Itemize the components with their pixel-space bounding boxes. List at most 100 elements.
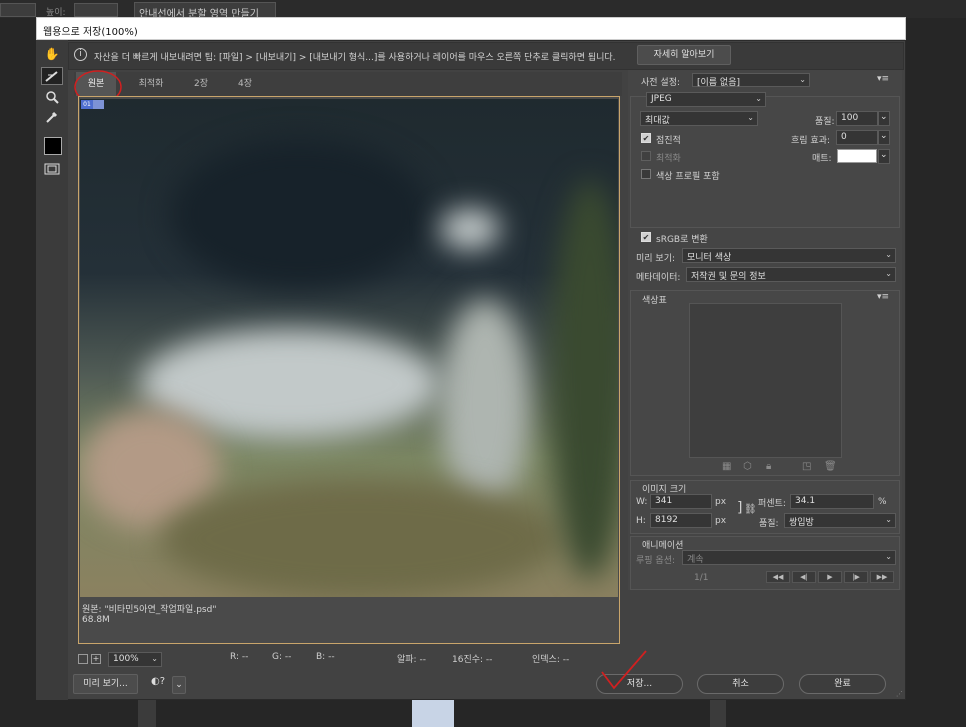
animation-title: 애니메이션 bbox=[642, 541, 684, 551]
resample-select[interactable]: 쌍입방 ⌄ bbox=[784, 513, 896, 528]
chevron-down-icon: ⌄ bbox=[747, 113, 754, 122]
first-frame-icon[interactable]: ◀◀ bbox=[766, 571, 790, 583]
chevron-down-icon: ⌄ bbox=[885, 269, 892, 278]
lock-color-icon[interactable]: 🔒︎ bbox=[766, 461, 771, 472]
height-input[interactable] bbox=[74, 3, 118, 17]
width-label: W: bbox=[636, 497, 648, 507]
slice-select-glyph bbox=[45, 71, 58, 82]
map-transparency-icon[interactable]: ▦ bbox=[722, 461, 731, 472]
slices-glyph bbox=[44, 163, 60, 175]
light-spot bbox=[440, 209, 500, 249]
format-select[interactable]: JPEG ⌄ bbox=[646, 92, 766, 107]
blur-label: 흐림 효과: bbox=[791, 136, 831, 146]
guides-slices-button[interactable]: 안내선에서 분할 영역 만들기 bbox=[134, 2, 276, 20]
eyedropper-color-swatch[interactable] bbox=[44, 137, 62, 155]
bg-scroll bbox=[710, 700, 726, 727]
quality-input[interactable]: 100 bbox=[836, 111, 878, 126]
loop-label: 루핑 옵션: bbox=[636, 556, 676, 566]
learn-more-button[interactable]: 자세히 알아보기 bbox=[637, 45, 731, 65]
resample-label: 품질: bbox=[759, 519, 779, 529]
annotation-checkmark bbox=[601, 650, 647, 690]
embed-profile-label: 색상 프로필 포함 bbox=[656, 172, 720, 182]
preview-image[interactable] bbox=[80, 99, 618, 597]
embed-profile-checkbox[interactable] bbox=[641, 169, 651, 179]
resize-grip-icon[interactable]: ⋰ bbox=[896, 690, 904, 698]
tab-optimized[interactable]: 최적화 bbox=[128, 72, 174, 96]
tab-2up[interactable]: 2장 bbox=[184, 72, 218, 96]
cancel-button[interactable]: 취소 bbox=[697, 674, 784, 694]
frame-counter: 1/1 bbox=[694, 573, 709, 583]
percent-unit: % bbox=[878, 497, 887, 507]
play-icon[interactable]: ▶ bbox=[818, 571, 842, 583]
zoom-tool-icon[interactable] bbox=[41, 88, 63, 106]
quality-chevron-icon[interactable]: ⌄ bbox=[878, 111, 890, 126]
optimized-checkbox[interactable] bbox=[641, 151, 651, 161]
matte-chevron-icon[interactable]: ⌄ bbox=[878, 149, 890, 164]
web-shift-icon[interactable]: ⬡ bbox=[743, 461, 752, 472]
done-button[interactable]: 완료 bbox=[799, 674, 886, 694]
zoom-in-icon[interactable]: + bbox=[91, 654, 101, 664]
new-color-icon[interactable]: ◳ bbox=[802, 461, 811, 472]
srgb-label: sRGB로 변환 bbox=[656, 235, 708, 245]
matte-swatch[interactable] bbox=[837, 149, 877, 163]
zoom-value: 100% bbox=[113, 654, 139, 664]
color-table-menu-icon[interactable]: ▾≡ bbox=[877, 292, 889, 302]
preview-select[interactable]: 모니터 색상 ⌄ bbox=[682, 248, 896, 263]
info-icon: i bbox=[74, 48, 87, 61]
percent-label: 퍼센트: bbox=[758, 499, 786, 509]
preview-label: 미리 보기: bbox=[636, 254, 676, 264]
srgb-checkbox[interactable] bbox=[641, 232, 651, 242]
tip-text: 자산을 더 빠르게 내보내려면 팁: [파일] > [내보내기] > [내보내기… bbox=[94, 53, 616, 63]
quality-preset-value: 최대값 bbox=[645, 116, 670, 126]
progressive-label: 점진적 bbox=[656, 136, 681, 146]
bg-thumbnail bbox=[412, 700, 454, 727]
progressive-checkbox[interactable] bbox=[641, 133, 651, 143]
trash-icon[interactable]: 🗑︎ bbox=[824, 461, 837, 472]
last-frame-icon[interactable]: ▶▶ bbox=[870, 571, 894, 583]
dark-area bbox=[170, 139, 430, 289]
zoom-select[interactable]: 100% ⌄ bbox=[108, 652, 162, 667]
zoom-out-icon[interactable] bbox=[78, 654, 88, 664]
chain-link-icon[interactable]: ⛓︎ bbox=[744, 504, 757, 515]
link-constrain-icon[interactable]: ] bbox=[737, 500, 742, 516]
next-frame-icon[interactable]: |▶ bbox=[844, 571, 868, 583]
prev-frame-icon[interactable]: ◀| bbox=[792, 571, 816, 583]
color-table-grid bbox=[689, 303, 842, 458]
quality-label: 품질: bbox=[815, 117, 835, 127]
status-index: 인덱스: -- bbox=[532, 655, 570, 665]
hand-tool-icon[interactable]: ✋ bbox=[41, 45, 63, 63]
height-input[interactable]: 8192 bbox=[650, 513, 712, 528]
height-unit: px bbox=[715, 516, 727, 526]
blur-chevron-icon[interactable]: ⌄ bbox=[878, 130, 890, 145]
chevron-down-icon: ⌄ bbox=[885, 515, 892, 524]
percent-input[interactable]: 34.1 bbox=[790, 494, 874, 509]
toggle-slices-icon[interactable] bbox=[41, 160, 63, 178]
ground-shape bbox=[160, 479, 560, 597]
preview-button[interactable]: 미리 보기... bbox=[73, 674, 138, 694]
quality-preset-select[interactable]: 최대값 ⌄ bbox=[640, 111, 758, 126]
metadata-label: 메타데이터: bbox=[636, 273, 681, 283]
matte-label: 매트: bbox=[812, 154, 832, 164]
loop-select[interactable]: 계속 ⌄ bbox=[682, 550, 896, 565]
height-label: H: bbox=[636, 516, 646, 526]
metadata-select[interactable]: 저작권 및 문의 정보 ⌄ bbox=[686, 267, 896, 282]
eyedropper-glyph bbox=[46, 111, 58, 123]
preset-select[interactable]: [이름 없음] ⌄ bbox=[692, 73, 810, 88]
tab-4up[interactable]: 4장 bbox=[228, 72, 262, 96]
preset-menu-icon[interactable]: ▾≡ bbox=[877, 74, 889, 84]
optimized-label: 최적화 bbox=[656, 154, 681, 164]
browser-icon[interactable]: ◐? bbox=[147, 676, 169, 692]
slice-select-tool-icon[interactable] bbox=[41, 67, 63, 85]
image-size: 68.8M bbox=[82, 615, 110, 625]
eyedropper-tool-icon[interactable] bbox=[41, 108, 63, 126]
chevron-down-icon: ⌄ bbox=[885, 250, 892, 259]
blur-input[interactable]: 0 bbox=[836, 130, 878, 145]
slice-number-badge: 01 bbox=[81, 100, 93, 109]
width-unit: px bbox=[715, 497, 727, 507]
preview-value: 모니터 색상 bbox=[687, 253, 732, 263]
loop-value: 계속 bbox=[687, 555, 704, 565]
width-input[interactable]: 341 bbox=[650, 494, 712, 509]
image-name: 원본: "비타민5아연_작업파일.psd" bbox=[82, 605, 217, 615]
browser-dropdown-chevron-icon[interactable]: ⌄ bbox=[172, 676, 186, 694]
preset-value: [이름 없음] bbox=[697, 78, 741, 88]
